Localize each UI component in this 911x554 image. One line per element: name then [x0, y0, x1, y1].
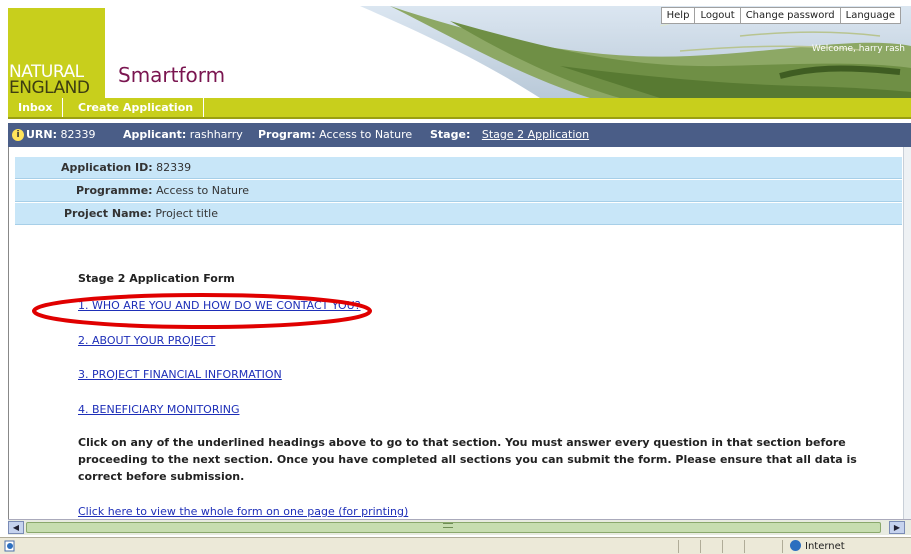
- internet-globe-icon: [790, 540, 801, 551]
- applicant-value: rashharry: [189, 128, 243, 141]
- application-id-value: 82339: [156, 161, 192, 174]
- logout-link[interactable]: Logout: [695, 8, 741, 23]
- section-3-link[interactable]: 3. PROJECT FINANCIAL INFORMATION: [78, 368, 282, 381]
- change-password-link[interactable]: Change password: [741, 8, 841, 23]
- programme-value: Access to Nature: [156, 184, 250, 197]
- applicant-field: Applicant: rashharry: [123, 123, 243, 147]
- status-separator: [722, 540, 723, 553]
- scroll-left-arrow-icon[interactable]: ◀: [8, 521, 24, 534]
- application-id-label: Application ID:: [61, 161, 153, 174]
- security-zone-label: Internet: [805, 541, 845, 552]
- program-value: Access to Nature: [319, 128, 413, 141]
- tab-create-application[interactable]: Create Application: [68, 98, 205, 117]
- project-name-label: Project Name:: [64, 207, 152, 220]
- application-context-bar: i URN: 82339 Applicant: rashharry Progra…: [8, 123, 911, 147]
- stage-field: Stage: Stage 2 Application: [430, 123, 589, 147]
- form-instructions: Click on any of the underlined headings …: [78, 436, 857, 483]
- applicant-label: Applicant:: [123, 128, 187, 141]
- status-separator: [782, 540, 783, 553]
- programme-label: Programme:: [76, 184, 153, 197]
- stage-link[interactable]: Stage 2 Application: [482, 128, 589, 141]
- section-4-link[interactable]: 4. BENEFICIARY MONITORING: [78, 403, 239, 416]
- app-title: Smartform: [118, 63, 226, 87]
- vertical-scrollbar[interactable]: [903, 147, 911, 519]
- program-label: Program:: [258, 128, 316, 141]
- section-2-link[interactable]: 2. ABOUT YOUR PROJECT: [78, 334, 215, 347]
- browser-status-bar: Internet: [0, 537, 911, 554]
- program-field: Program: Access to Nature: [258, 123, 412, 147]
- tab-inbox[interactable]: Inbox: [8, 98, 64, 117]
- application-id-row: Application ID: 82339: [15, 157, 902, 179]
- urn-field: URN: 82339: [26, 123, 96, 147]
- status-separator: [700, 540, 701, 553]
- programme-row: Programme: Access to Nature: [15, 180, 902, 202]
- app-header: NATURAL ENGLAND Smartform Help Logout Ch…: [0, 0, 911, 98]
- form-heading: Stage 2 Application Form: [78, 272, 235, 285]
- logo-line-2: ENGLAND: [9, 78, 90, 98]
- info-icon: i: [12, 129, 24, 141]
- main-tab-bar: Inbox Create Application: [8, 98, 911, 119]
- urn-value: 82339: [60, 128, 96, 141]
- urn-label: URN:: [26, 128, 58, 141]
- security-zone: Internet: [790, 540, 845, 552]
- project-name-value: Project title: [155, 207, 218, 220]
- page-loaded-icon: [4, 540, 15, 552]
- section-1-link[interactable]: 1. WHO ARE YOU AND HOW DO WE CONTACT YOU…: [78, 299, 361, 312]
- scrollbar-thumb[interactable]: [26, 522, 881, 533]
- stage-label: Stage:: [430, 128, 471, 141]
- status-separator: [744, 540, 745, 553]
- help-link[interactable]: Help: [662, 8, 696, 23]
- scroll-right-arrow-icon[interactable]: ▶: [889, 521, 905, 534]
- horizontal-scrollbar[interactable]: ◀ ▶: [8, 519, 911, 535]
- top-links-bar: Help Logout Change password Language: [660, 7, 901, 24]
- project-name-row: Project Name: Project title: [15, 203, 902, 225]
- language-link[interactable]: Language: [841, 8, 900, 23]
- print-whole-form-link[interactable]: Click here to view the whole form on one…: [78, 505, 408, 518]
- main-content: Application ID: 82339 Programme: Access …: [8, 147, 903, 519]
- scrollbar-grip-icon: [443, 523, 453, 528]
- natural-england-logo: NATURAL ENGLAND: [8, 8, 105, 98]
- welcome-message: Welcome, harry rash: [811, 44, 905, 54]
- status-separator: [678, 540, 679, 553]
